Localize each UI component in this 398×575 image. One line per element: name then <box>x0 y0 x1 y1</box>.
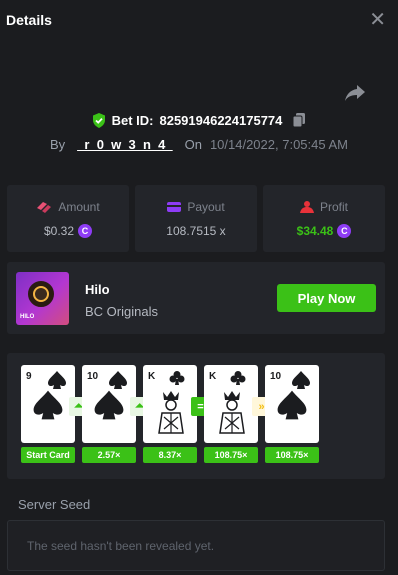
payout-value: 108.7515 x <box>166 223 226 238</box>
bet-id-label: Bet ID: <box>111 112 154 128</box>
bet-id-row: Bet ID: 82591946224175774 <box>0 110 398 130</box>
verified-shield-icon <box>92 112 105 128</box>
profit-icon <box>299 200 314 213</box>
bet-date: 10/14/2022, 7:05:45 AM <box>209 136 348 152</box>
bet-id-value: 82591946224175774 <box>159 112 283 128</box>
card-rank: 10 <box>270 371 282 382</box>
card-rank: 9 <box>26 371 32 382</box>
spade-icon <box>48 371 66 389</box>
close-icon[interactable]: ✕ <box>369 10 386 30</box>
bet-stats: Amount $0.32 C Payout 108.7515 x Profit <box>7 185 385 252</box>
card-history: 9 Start Card ⏶ 10 2.57× ⏶ K 8.37× = K 10… <box>7 353 385 479</box>
card-k-club: K <box>143 365 197 443</box>
club-icon <box>230 371 246 385</box>
coin-icon: C <box>337 223 352 238</box>
king-figure-icon <box>219 391 245 434</box>
on-label: On <box>184 136 202 152</box>
by-label: By <box>50 136 66 152</box>
club-icon <box>169 371 185 385</box>
copy-icon[interactable] <box>292 113 306 127</box>
card-rank: K <box>148 371 156 382</box>
details-header: Details ✕ <box>0 0 398 40</box>
spade-icon <box>94 390 124 420</box>
payout-label: Payout <box>187 199 225 214</box>
amount-icon <box>37 201 52 213</box>
thumbnail-label: HILO <box>20 314 35 320</box>
hilo-thumbnail[interactable]: HILO <box>16 272 69 325</box>
profit-label: Profit <box>319 199 348 214</box>
details-title: Details <box>6 12 52 28</box>
bet-meta-row: By _r_0_w_3_n_4_ On 10/14/2022, 7:05:45 … <box>0 135 398 153</box>
multiplier-badge: 108.75× <box>204 447 258 463</box>
multiplier-badge: 8.37× <box>143 447 197 463</box>
card-9-spade: 9 <box>21 365 75 443</box>
amount-label: Amount <box>58 199 100 214</box>
payout-icon <box>167 201 182 212</box>
card-10-spade: 10 <box>265 365 319 443</box>
spade-icon <box>33 390 63 420</box>
card-rank: K <box>209 371 217 382</box>
card-k-club: K <box>204 365 258 443</box>
start-card-label: Start Card <box>21 447 75 463</box>
card-rank: 10 <box>87 371 99 382</box>
username-link[interactable]: _r_0_w_3_n_4_ <box>73 137 176 152</box>
spade-icon <box>277 390 307 420</box>
multiplier-badge: 108.75× <box>265 447 319 463</box>
profit-value: $34.48 <box>296 223 334 238</box>
game-card: HILO Hilo BC Originals Play Now <box>7 262 385 334</box>
card-10-spade: 10 <box>82 365 136 443</box>
spade-icon <box>109 371 127 389</box>
play-now-button[interactable]: Play Now <box>277 284 376 312</box>
coin-icon: C <box>78 223 93 238</box>
share-icon[interactable] <box>344 84 366 102</box>
payout-stat: Payout 108.7515 x <box>135 185 257 252</box>
profit-stat: Profit $34.48 C <box>263 185 385 252</box>
server-seed-field: The seed hasn't been revealed yet. <box>7 520 385 571</box>
amount-value: $0.32 <box>43 223 75 238</box>
server-seed-label: Server Seed <box>18 497 91 512</box>
game-name[interactable]: Hilo <box>85 282 110 297</box>
amount-stat: Amount $0.32 C <box>7 185 129 252</box>
game-provider: BC Originals <box>85 304 158 319</box>
multiplier-badge: 2.57× <box>82 447 136 463</box>
spade-icon <box>292 371 310 389</box>
king-figure-icon <box>158 391 184 434</box>
